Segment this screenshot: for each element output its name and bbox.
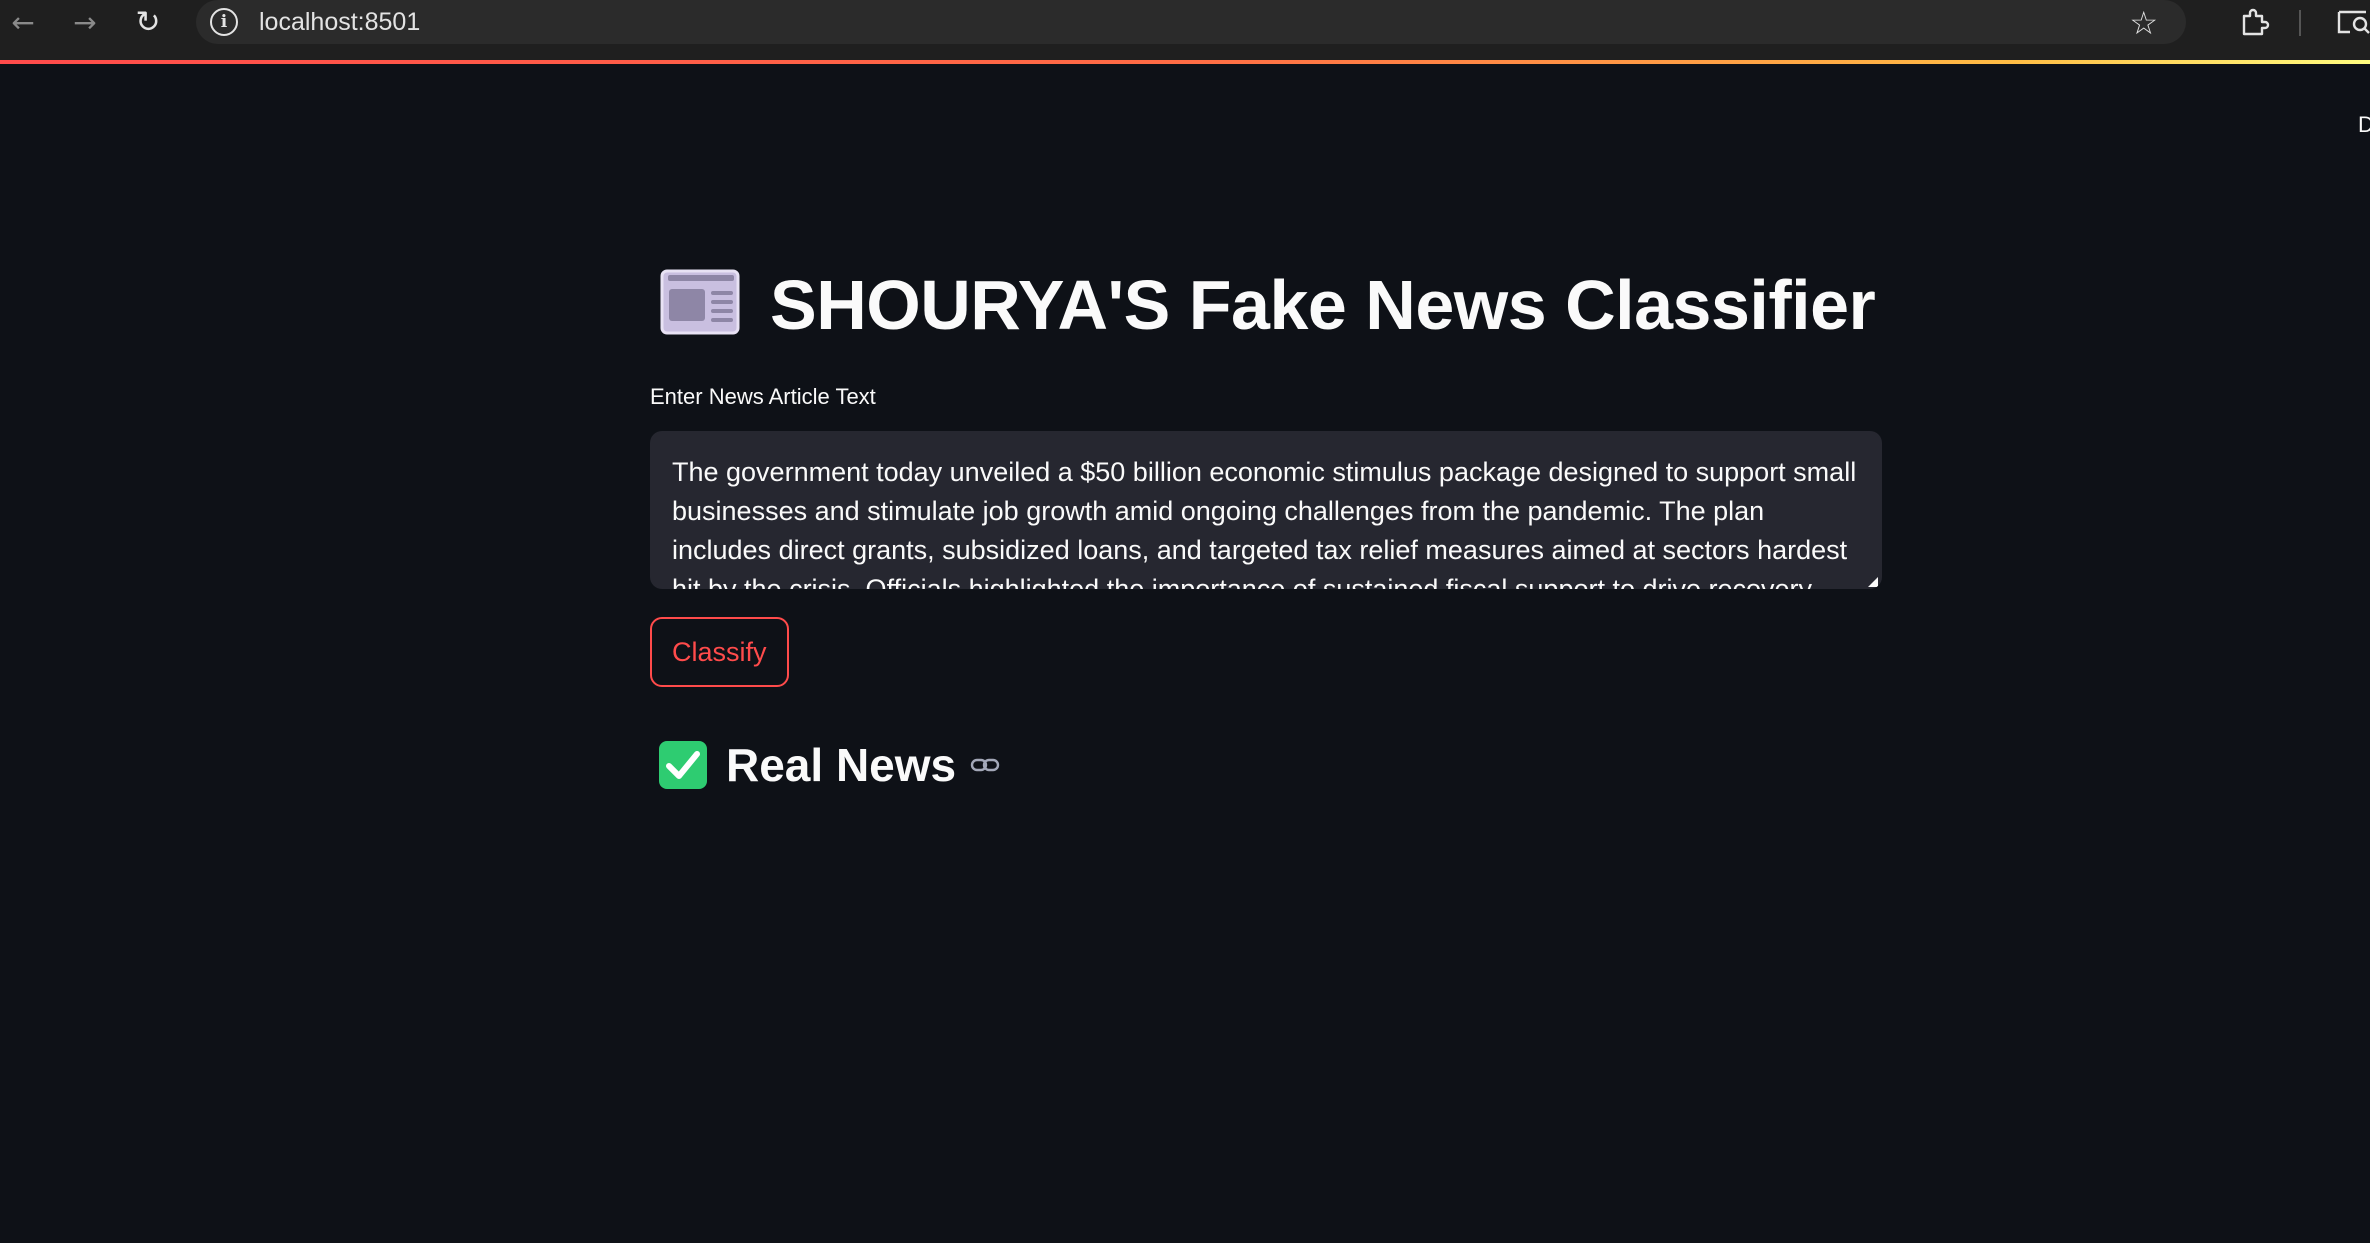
browser-toolbar: ← → ↻ i localhost:8501 ☆ (0, 0, 2370, 62)
arrow-left-icon: ← (11, 5, 35, 39)
classify-button[interactable]: Classify (650, 617, 789, 687)
arrow-right-icon: → (73, 5, 97, 39)
article-text-label: Enter News Article Text (650, 384, 876, 409)
deploy-menu-edge[interactable]: D (2358, 112, 2370, 138)
article-text-value[interactable]: The government today unveiled a $50 bill… (672, 453, 1860, 589)
main-content: SHOURYA'S Fake News Classifier Enter New… (650, 260, 1882, 795)
resize-handle-icon[interactable] (1868, 577, 1878, 587)
page-title-text: SHOURYA'S Fake News Classifier (770, 266, 1876, 344)
address-bar[interactable]: i localhost:8501 ☆ (196, 0, 2186, 44)
puzzle-icon[interactable] (2238, 6, 2272, 38)
forward-button[interactable]: → (70, 5, 100, 39)
article-text-area[interactable]: The government today unveiled a $50 bill… (650, 431, 1882, 589)
check-mark-icon (659, 741, 707, 789)
page-title: SHOURYA'S Fake News Classifier (650, 260, 1882, 351)
result-label: Real News (726, 739, 957, 791)
result-heading: Real News (650, 735, 1882, 795)
reload-icon: ↻ (135, 4, 161, 40)
url-text[interactable]: localhost:8501 (259, 8, 420, 37)
reload-button[interactable]: ↻ (133, 4, 163, 40)
toolbar-divider (2299, 10, 2301, 36)
back-button[interactable]: ← (8, 5, 38, 39)
star-icon[interactable]: ☆ (2129, 4, 2158, 42)
info-icon[interactable]: i (210, 8, 238, 36)
search-window-icon[interactable] (2336, 8, 2370, 38)
newspaper-icon (660, 266, 742, 335)
loading-progress-bar (0, 60, 2370, 64)
link-icon[interactable] (970, 755, 1000, 775)
